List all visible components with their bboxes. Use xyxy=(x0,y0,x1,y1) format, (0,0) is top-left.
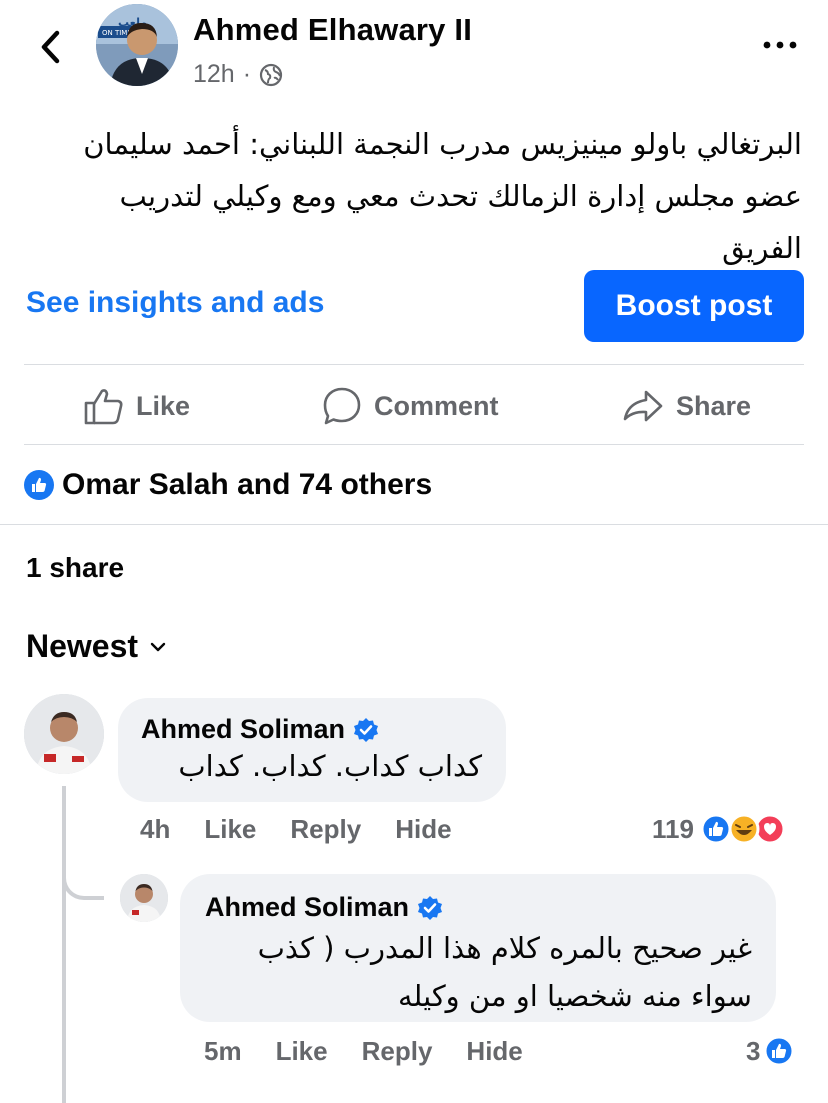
comment-time[interactable]: 4h xyxy=(140,814,170,845)
like-reaction-icon xyxy=(763,1035,795,1067)
author-photo: ON TIME ملعب xyxy=(96,4,178,86)
reply-commenter-photo xyxy=(120,874,168,922)
back-button[interactable] xyxy=(30,24,70,70)
globe-icon xyxy=(259,63,283,86)
commenter-photo xyxy=(24,694,104,774)
comment-meta: 4h Like Reply Hide xyxy=(140,812,452,846)
post-meta: 12h · xyxy=(193,60,283,89)
reply-meta: 5m Like Reply Hide xyxy=(204,1034,523,1068)
like-action-label: Like xyxy=(136,390,191,421)
comment-action-label: Comment xyxy=(374,390,499,421)
reply-bubble[interactable]: Ahmed Soliman غير صحيح بالمره كلام هذا ا… xyxy=(180,874,776,1022)
share-action-button[interactable]: Share xyxy=(622,384,751,428)
more-horizontal-icon xyxy=(763,41,797,49)
reaction-stack-icon xyxy=(700,813,786,845)
verified-badge-icon xyxy=(354,717,379,742)
share-count[interactable]: 1 share xyxy=(26,552,124,584)
divider xyxy=(24,364,804,365)
comment-reply-button[interactable]: Reply xyxy=(290,814,361,845)
reply-hide-button[interactable]: Hide xyxy=(466,1036,522,1067)
author-avatar[interactable]: ON TIME ملعب xyxy=(96,4,178,86)
author-name[interactable]: Ahmed Elhawary II xyxy=(193,12,472,48)
divider xyxy=(24,444,804,445)
reactions-summary[interactable]: Omar Salah and 74 others xyxy=(24,468,432,502)
thread-line xyxy=(62,786,66,1103)
commenter-avatar[interactable] xyxy=(24,694,104,774)
comment-reaction-count: 119 xyxy=(652,813,694,844)
thumbs-up-icon xyxy=(84,389,123,425)
sort-label: Newest xyxy=(26,628,139,664)
reply-text: غير صحيح بالمره كلام هذا المدرب ( كذب سو… xyxy=(257,931,752,1013)
reply-commenter-avatar[interactable] xyxy=(120,874,168,922)
comment-bubble[interactable]: Ahmed Soliman كداب كداب. كداب. كداب xyxy=(118,698,506,802)
like-action-button[interactable]: Like xyxy=(84,384,190,428)
commenter-name[interactable]: Ahmed Soliman xyxy=(141,714,379,745)
see-insights-link[interactable]: See insights and ads xyxy=(26,286,324,320)
comment-like-button[interactable]: Like xyxy=(204,814,256,845)
share-action-label: Share xyxy=(676,390,752,421)
chevron-left-icon xyxy=(41,30,60,64)
like-reaction-icon xyxy=(24,470,54,500)
section-divider xyxy=(0,524,828,525)
comment-sort-dropdown[interactable]: Newest xyxy=(26,628,166,665)
comment-reactions[interactable]: 119 xyxy=(652,812,790,846)
share-arrow-icon xyxy=(623,390,663,422)
reply-reply-button[interactable]: Reply xyxy=(362,1036,433,1067)
post-time[interactable]: 12h xyxy=(193,60,235,89)
reply-like-button[interactable]: Like xyxy=(276,1036,328,1067)
comment-text: كداب كداب. كداب. كداب xyxy=(178,749,482,783)
post-text: البرتغالي باولو مينيزيس مدرب النجمة اللب… xyxy=(83,127,802,265)
reactions-summary-text: Omar Salah and 74 others xyxy=(62,468,433,501)
verified-badge-icon xyxy=(418,895,443,920)
reply-commenter-name[interactable]: Ahmed Soliman xyxy=(205,892,443,923)
reply-reactions[interactable]: 3 xyxy=(746,1034,796,1068)
boost-post-button[interactable]: Boost post xyxy=(584,270,804,342)
reply-reaction-count: 3 xyxy=(746,1035,761,1066)
comment-action-button[interactable]: Comment xyxy=(322,384,499,428)
meta-separator: · xyxy=(242,60,252,88)
comment-icon xyxy=(323,387,361,425)
more-options-button[interactable] xyxy=(758,30,802,60)
reply-time[interactable]: 5m xyxy=(204,1036,242,1067)
comment-hide-button[interactable]: Hide xyxy=(395,814,451,845)
chevron-down-icon xyxy=(150,642,166,651)
thread-branch xyxy=(62,856,104,900)
